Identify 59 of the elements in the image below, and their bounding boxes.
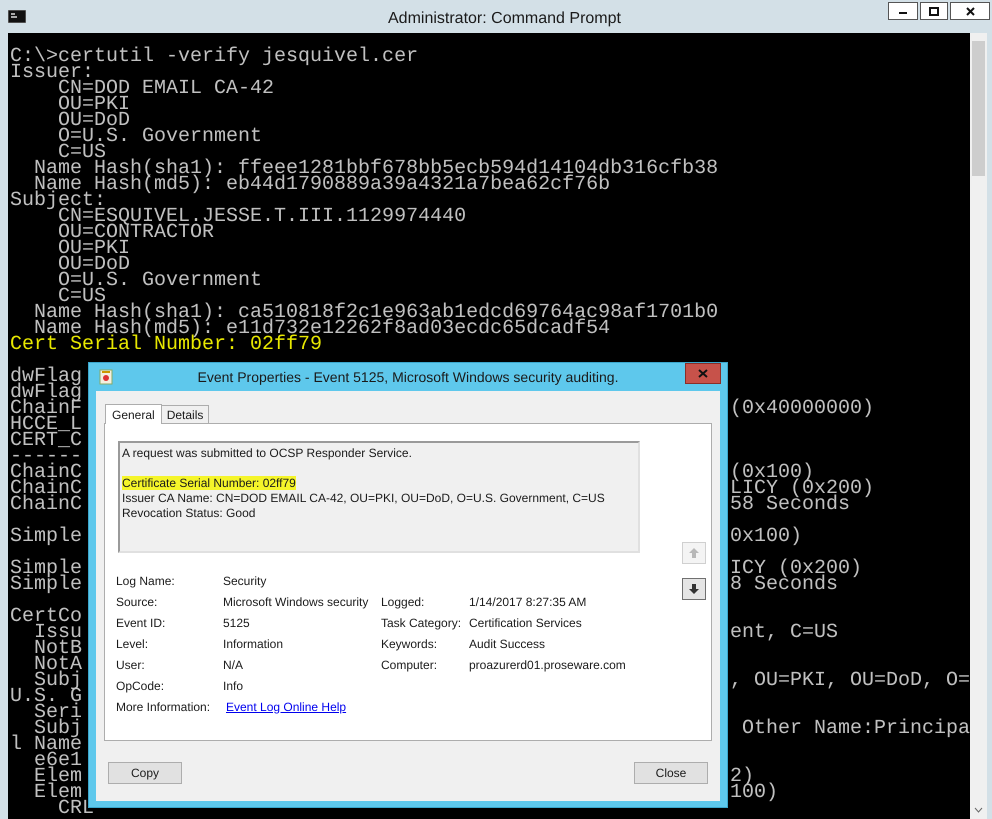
- field-value: proazurerd01.proseware.com: [469, 656, 626, 674]
- description-text: Certificate Serial Number: 02ff79: [122, 476, 296, 490]
- scroll-down-icon[interactable]: [974, 807, 983, 813]
- field-label: Level:: [116, 636, 150, 652]
- minimize-button[interactable]: [888, 2, 918, 20]
- tab[interactable]: Details: [162, 405, 210, 423]
- field-label: OpCode:: [116, 678, 166, 694]
- scrollbar[interactable]: [970, 33, 987, 819]
- event-icon: [99, 369, 113, 385]
- maximize-icon: [929, 6, 939, 16]
- description-text: Revocation Status: Good: [122, 506, 256, 520]
- field-value: Information: [223, 636, 284, 652]
- console-text: (0x40000000): [730, 401, 874, 417]
- field-value: Security: [223, 572, 268, 590]
- console-text: ent, C=US: [730, 625, 838, 641]
- field-label: Computer:: [381, 656, 438, 674]
- maximize-button[interactable]: [920, 2, 948, 20]
- field-value: Info: [223, 678, 244, 694]
- up-arrow-icon: [688, 547, 700, 559]
- console-text: 2): [730, 769, 754, 785]
- close-icon: [966, 6, 974, 16]
- console-text: 58 Seconds: [730, 497, 850, 513]
- field-label: More Information:: [116, 698, 212, 716]
- console-text: Other Name:Principa: [741, 721, 970, 737]
- description-text: A request was submitted to OCSP Responder Service.: [122, 446, 412, 460]
- field-label: Task Category:: [381, 614, 462, 632]
- down-arrow-icon: [688, 583, 700, 595]
- field-label: Event ID:: [116, 614, 166, 632]
- field-label: Keywords:: [381, 636, 438, 652]
- field-value: Microsoft Windows security: [223, 594, 370, 610]
- field-value: Audit Success: [469, 636, 546, 652]
- tab[interactable]: General: [105, 404, 162, 424]
- scrollbar-thumb[interactable]: [972, 41, 985, 176]
- window-title: Administrator: Command Prompt: [388, 9, 621, 29]
- console-text: LICY (0x200): [730, 481, 874, 497]
- console-text: Simple: [10, 525, 82, 548]
- field-value: 1/14/2017 8:27:35 AM: [469, 594, 586, 610]
- field-label: Log Name:: [116, 572, 176, 590]
- dialog-title: Event Properties - Event 5125, Microsoft Windows security auditing.: [198, 368, 618, 387]
- console-text: ICY (0x200): [730, 561, 862, 577]
- close-button[interactable]: [950, 2, 990, 20]
- console-text: , OU=PKI, OU=DoD, O=: [730, 673, 970, 689]
- console-text: (0x100): [730, 465, 814, 481]
- field-value: 5125: [223, 614, 251, 632]
- console-text: 100): [730, 785, 778, 801]
- description-text: Issuer CA Name: CN=DOD EMAIL CA-42, OU=PKI, OU=DoD, O=U.S. Government, C=US: [122, 491, 605, 505]
- console-text: 0x100): [730, 529, 802, 545]
- field-label: User:: [116, 656, 146, 674]
- console-icon: [8, 10, 26, 23]
- console-text: 8 Seconds: [730, 577, 838, 593]
- field-value: N/A: [223, 656, 244, 674]
- field-label: Source:: [116, 594, 158, 610]
- copy-button[interactable]: Copy: [108, 762, 182, 784]
- next-event-button[interactable]: [682, 578, 706, 600]
- field-label: Logged:: [381, 594, 426, 610]
- help-link[interactable]: Event Log Online Help: [226, 698, 346, 716]
- close-icon: [698, 369, 708, 378]
- field-value: Certification Services: [469, 614, 582, 632]
- close-dialog-button[interactable]: Close: [634, 762, 708, 784]
